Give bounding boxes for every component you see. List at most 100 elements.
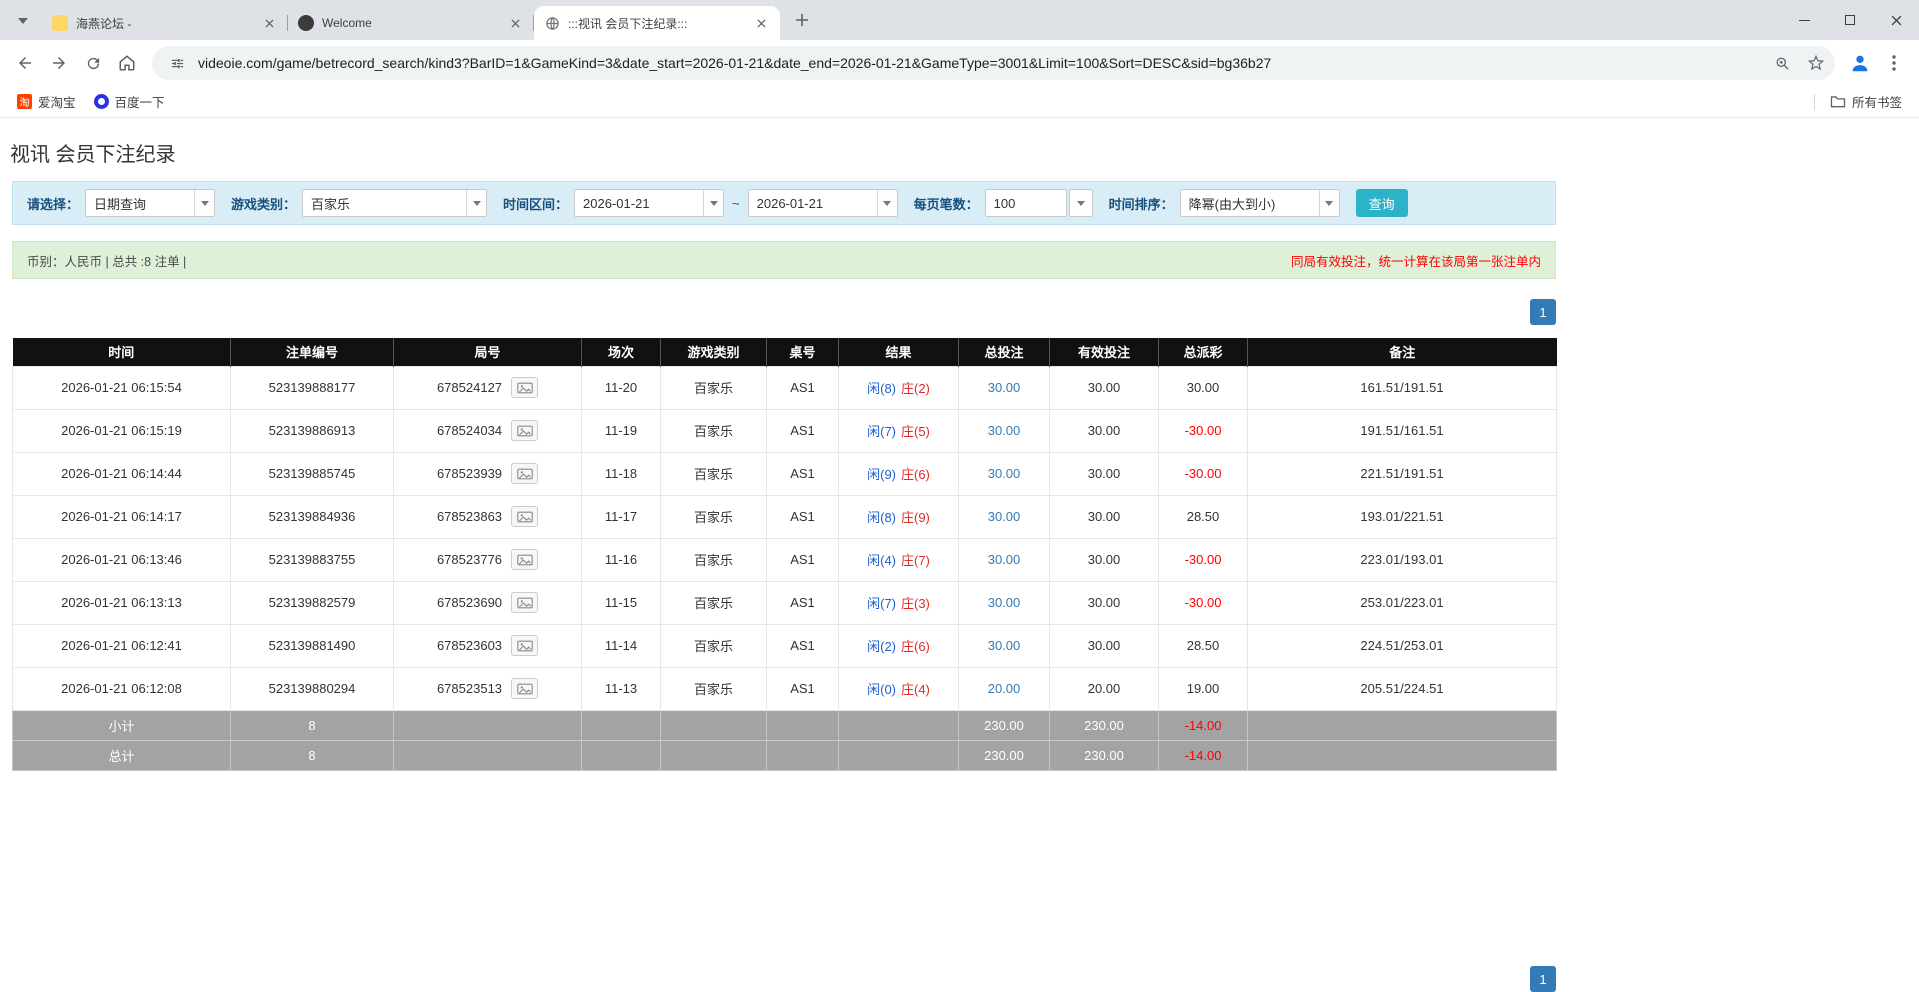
maximize-button[interactable] [1827,0,1873,40]
browser-menu-button[interactable] [1877,46,1911,80]
reload-button[interactable] [76,46,110,80]
total-payout: -14.00 [1159,740,1248,770]
result-banker: 庄(6) [901,467,930,482]
total-bet-cell: 30.00 [959,366,1050,409]
per-page-input[interactable]: 100 [985,189,1067,217]
round-id: 678523690 [437,595,502,610]
pagination-bottom: 1 [12,966,1556,992]
header-bet-id: 注单编号 [231,338,394,366]
total-bet-link[interactable]: 30.00 [988,423,1021,438]
sort-select[interactable]: 降幂(由大到小) [1180,189,1340,217]
globe-icon [544,15,560,31]
minimize-button[interactable] [1781,0,1827,40]
home-button[interactable] [110,46,144,80]
payout-cell: 19.00 [1159,667,1248,710]
tab-bet-record[interactable]: :::视讯 会员下注纪录::: [534,6,780,40]
query-button[interactable]: 查询 [1356,189,1408,217]
tab-search-button[interactable] [8,6,38,36]
total-bet-link[interactable]: 30.00 [988,552,1021,567]
tab-title: Welcome [322,16,499,30]
round-id: 678523863 [437,509,502,524]
query-type-select[interactable]: 日期查询 [85,189,215,217]
total-bet-link[interactable]: 30.00 [988,509,1021,524]
new-tab-button[interactable] [788,6,816,34]
zoom-icon[interactable] [1769,50,1795,76]
result-player: 闲(4) [867,553,896,568]
round-id: 678524034 [437,423,502,438]
session-cell: 11-16 [582,538,661,581]
divider [1814,94,1815,110]
table-row: 2026-01-21 06:12:41 523139881490 6785236… [13,624,1557,667]
note-cell: 224.51/253.01 [1248,624,1557,667]
note-cell: 205.51/224.51 [1248,667,1557,710]
round-replay-icon[interactable] [511,678,538,699]
result-banker: 庄(3) [901,596,930,611]
total-bet-link[interactable]: 20.00 [988,681,1021,696]
time-cell: 2026-01-21 06:15:19 [13,409,231,452]
total-bet-link[interactable]: 30.00 [988,595,1021,610]
site-info-icon[interactable] [164,50,190,76]
tab-favicon [52,15,68,31]
close-window-button[interactable] [1873,0,1919,40]
total-bet-link[interactable]: 30.00 [988,638,1021,653]
round-replay-icon[interactable] [511,592,538,613]
total-bet-cell: 30.00 [959,538,1050,581]
note-cell: 253.01/223.01 [1248,581,1557,624]
round-id: 678523776 [437,552,502,567]
total-bet-link[interactable]: 30.00 [988,466,1021,481]
round-replay-icon[interactable] [511,549,538,570]
per-page-dropdown-button[interactable] [1069,189,1093,217]
bookmark-star-icon[interactable] [1803,50,1829,76]
close-icon[interactable] [753,15,770,32]
total-bet-cell: 30.00 [959,409,1050,452]
summary-notice-text: 同局有效投注，统一计算在该局第一张注单内 [1291,251,1541,270]
total-row: 总计 8 230.00 230.00 -14.00 [13,740,1557,770]
date-start-select[interactable]: 2026-01-21 [574,189,724,217]
total-valid-bet: 230.00 [1050,740,1159,770]
round-replay-icon[interactable] [511,506,538,527]
browser-toolbar: videoie.com/game/betrecord_search/kind3?… [0,40,1919,86]
round-replay-icon[interactable] [511,420,538,441]
all-bookmarks-label: 所有书签 [1852,92,1902,111]
back-button[interactable] [8,46,42,80]
bookmark-baidu[interactable]: 百度一下 [87,89,172,114]
tab-title: :::视讯 会员下注纪录::: [568,15,745,32]
result-cell: 闲(8)庄(9) [839,495,959,538]
total-bet-cell: 30.00 [959,452,1050,495]
time-cell: 2026-01-21 06:12:08 [13,667,231,710]
bookmark-aitaobao[interactable]: 淘 爱淘宝 [10,89,83,114]
home-icon [118,54,136,72]
result-cell: 闲(2)庄(6) [839,624,959,667]
tab-haiyan-forum[interactable]: 海燕论坛 - [42,6,288,40]
table-row: 2026-01-21 06:13:13 523139882579 6785236… [13,581,1557,624]
bookmarks-bar: 淘 爱淘宝 百度一下 所有书签 [0,86,1919,118]
address-bar[interactable]: videoie.com/game/betrecord_search/kind3?… [152,46,1835,80]
tab-welcome[interactable]: Welcome [288,6,534,40]
result-cell: 闲(7)庄(3) [839,581,959,624]
round-replay-icon[interactable] [511,635,538,656]
page-number-button[interactable]: 1 [1530,966,1556,992]
sort-label: 时间排序： [1109,194,1174,213]
select-type-label: 请选择： [27,194,79,213]
session-cell: 11-15 [582,581,661,624]
close-icon[interactable] [507,15,524,32]
result-banker: 庄(6) [901,639,930,654]
chevron-down-icon [466,190,486,216]
valid-bet-cell: 30.00 [1050,409,1159,452]
time-cell: 2026-01-21 06:13:13 [13,581,231,624]
header-note: 备注 [1248,338,1557,366]
game-type-select[interactable]: 百家乐 [302,189,487,217]
total-bet-link[interactable]: 30.00 [988,380,1021,395]
close-icon[interactable] [261,15,278,32]
session-cell: 11-17 [582,495,661,538]
profile-button[interactable] [1843,46,1877,80]
page-number-button[interactable]: 1 [1530,299,1556,325]
note-cell: 161.51/191.51 [1248,366,1557,409]
forward-button[interactable] [42,46,76,80]
note-cell: 221.51/191.51 [1248,452,1557,495]
all-bookmarks-button[interactable]: 所有书签 [1823,89,1909,114]
round-replay-icon[interactable] [511,377,538,398]
taobao-icon: 淘 [17,94,32,109]
date-end-select[interactable]: 2026-01-21 [748,189,898,217]
round-replay-icon[interactable] [511,463,538,484]
